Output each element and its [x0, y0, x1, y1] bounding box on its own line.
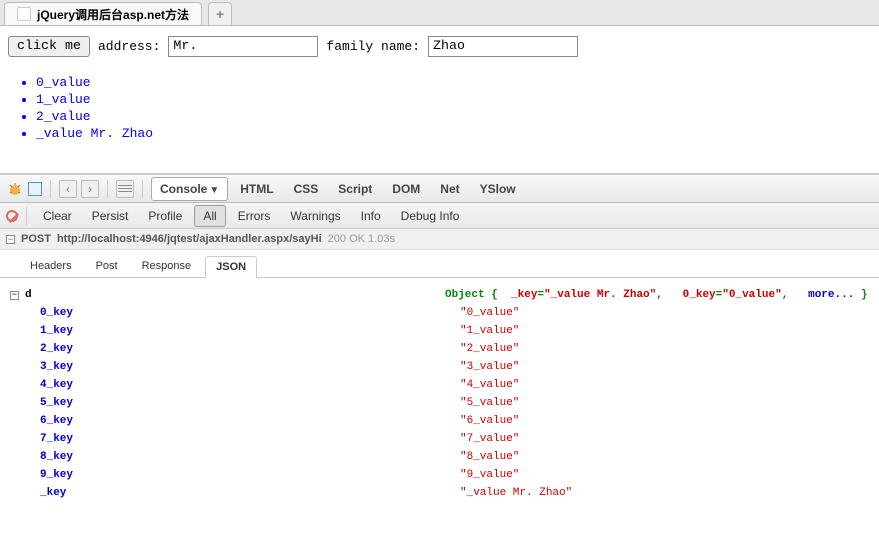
json-key: 8_key	[40, 448, 460, 466]
json-entry-row[interactable]: 5_key"5_value"	[10, 394, 869, 412]
json-entry-row[interactable]: 9_key"9_value"	[10, 466, 869, 484]
json-entry-row[interactable]: 1_key"1_value"	[10, 322, 869, 340]
address-label: address:	[98, 39, 160, 54]
panel-dom[interactable]: DOM	[384, 178, 428, 200]
list-item: 2_value	[36, 109, 871, 124]
json-value: "5_value"	[460, 394, 519, 412]
json-key: 4_key	[40, 376, 460, 394]
profile-button[interactable]: Profile	[140, 206, 190, 226]
json-key: 9_key	[40, 466, 460, 484]
request-row[interactable]: − POST http://localhost:4946/jqtest/ajax…	[0, 229, 879, 250]
more-link[interactable]: more...	[808, 289, 854, 301]
json-viewer: − d Object { _key="_value Mr. Zhao", 0_k…	[0, 278, 879, 510]
browser-tab-bar: jQuery调用后台asp.net方法 +	[0, 0, 879, 26]
panel-net[interactable]: Net	[432, 178, 467, 200]
nav-forward-button[interactable]: ›	[81, 180, 99, 198]
devtools: ‹ › Console▼ HTML CSS Script DOM Net YSl…	[0, 173, 879, 510]
page-icon	[17, 7, 31, 21]
tab-headers[interactable]: Headers	[20, 256, 82, 277]
stop-icon[interactable]	[6, 210, 18, 222]
json-value: "7_value"	[460, 430, 519, 448]
json-value: "3_value"	[460, 358, 519, 376]
json-value: "6_value"	[460, 412, 519, 430]
panel-yslow[interactable]: YSlow	[472, 178, 524, 200]
family-name-label: family name:	[326, 39, 420, 54]
lines-icon	[118, 185, 132, 192]
debuginfo-button[interactable]: Debug Info	[393, 206, 468, 226]
separator	[50, 180, 51, 198]
json-key: 0_key	[40, 304, 460, 322]
json-value: "_value Mr. Zhao"	[460, 484, 572, 502]
json-root-row[interactable]: − d Object { _key="_value Mr. Zhao", 0_k…	[10, 286, 869, 304]
click-me-button[interactable]: click me	[8, 36, 90, 57]
warnings-button[interactable]: Warnings	[282, 206, 348, 226]
request-url: http://localhost:4946/jqtest/ajaxHandler…	[57, 233, 322, 245]
collapse-icon[interactable]: −	[10, 291, 19, 300]
result-list: 0_value 1_value 2_value _value Mr. Zhao	[36, 75, 871, 141]
panel-css[interactable]: CSS	[286, 178, 327, 200]
json-value: "8_value"	[460, 448, 519, 466]
firebug-icon[interactable]	[6, 181, 24, 197]
json-value: "9_value"	[460, 466, 519, 484]
json-key: 7_key	[40, 430, 460, 448]
json-entry-row[interactable]: 4_key"4_value"	[10, 376, 869, 394]
request-method: POST	[21, 233, 51, 245]
json-entry-row[interactable]: 0_key"0_value"	[10, 304, 869, 322]
panel-console[interactable]: Console▼	[151, 177, 228, 201]
persist-button[interactable]: Persist	[84, 206, 137, 226]
json-key: 3_key	[40, 358, 460, 376]
inspect-icon[interactable]	[28, 182, 42, 196]
json-key: 2_key	[40, 340, 460, 358]
json-key: _key	[40, 484, 460, 502]
separator	[26, 207, 27, 225]
devtools-toolbar: ‹ › Console▼ HTML CSS Script DOM Net YSl…	[0, 175, 879, 203]
tab-post[interactable]: Post	[86, 256, 128, 277]
nav-back-button[interactable]: ‹	[59, 180, 77, 198]
lines-toggle-button[interactable]	[116, 180, 134, 198]
panel-html[interactable]: HTML	[232, 178, 281, 200]
json-key: 5_key	[40, 394, 460, 412]
json-entry-row[interactable]: 3_key"3_value"	[10, 358, 869, 376]
family-name-input[interactable]	[428, 36, 578, 57]
new-tab-button[interactable]: +	[208, 2, 232, 25]
console-subtoolbar: Clear Persist Profile All Errors Warning…	[0, 203, 879, 229]
errors-button[interactable]: Errors	[230, 206, 279, 226]
json-value: "2_value"	[460, 340, 519, 358]
json-entry-row[interactable]: 2_key"2_value"	[10, 340, 869, 358]
json-value: "4_value"	[460, 376, 519, 394]
separator	[142, 180, 143, 198]
tab-json[interactable]: JSON	[205, 256, 257, 278]
info-button[interactable]: Info	[353, 206, 389, 226]
all-button[interactable]: All	[194, 205, 225, 227]
json-key: 1_key	[40, 322, 460, 340]
browser-tab-active[interactable]: jQuery调用后台asp.net方法	[4, 2, 202, 25]
response-tabs: Headers Post Response JSON	[0, 250, 879, 278]
json-value: "0_value"	[460, 304, 519, 322]
json-key: d	[25, 286, 445, 304]
separator	[107, 180, 108, 198]
address-input[interactable]	[168, 36, 318, 57]
json-key: 6_key	[40, 412, 460, 430]
json-entry-row[interactable]: 6_key"6_value"	[10, 412, 869, 430]
list-item: 1_value	[36, 92, 871, 107]
form-row: click me address: family name:	[8, 36, 871, 57]
list-item: _value Mr. Zhao	[36, 126, 871, 141]
json-entry-row[interactable]: 8_key"8_value"	[10, 448, 869, 466]
json-value: "1_value"	[460, 322, 519, 340]
page-content: click me address: family name: 0_value 1…	[0, 26, 879, 153]
json-entry-row[interactable]: 7_key"7_value"	[10, 430, 869, 448]
json-entry-row[interactable]: _key"_value Mr. Zhao"	[10, 484, 869, 502]
collapse-icon[interactable]: −	[6, 235, 15, 244]
clear-button[interactable]: Clear	[35, 206, 80, 226]
request-status: 200 OK 1.03s	[328, 233, 395, 245]
json-summary: Object { _key="_value Mr. Zhao", 0_key="…	[445, 286, 868, 304]
list-item: 0_value	[36, 75, 871, 90]
panel-script[interactable]: Script	[330, 178, 380, 200]
tab-response[interactable]: Response	[132, 256, 202, 277]
chevron-down-icon: ▼	[209, 185, 219, 196]
tab-title: jQuery调用后台asp.net方法	[37, 6, 189, 23]
